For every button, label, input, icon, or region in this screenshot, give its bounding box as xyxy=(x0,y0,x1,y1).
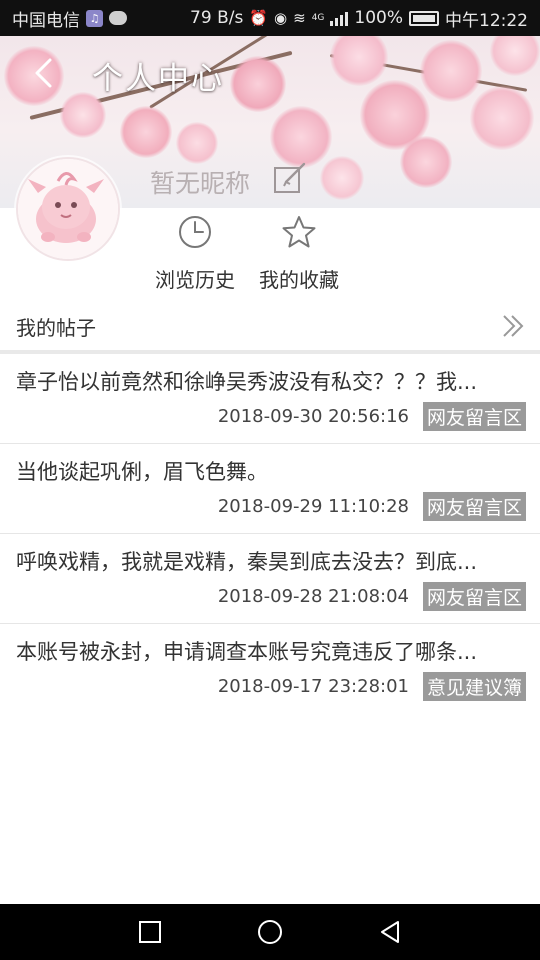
post-meta: 2018-09-30 20:56:16 网友留言区 xyxy=(218,402,526,431)
post-title: 呼唤戏精，我就是戏精，秦昊到底去没去？到底... xyxy=(16,550,478,574)
square-icon xyxy=(139,921,161,943)
post-meta: 2018-09-29 11:10:28 网友留言区 xyxy=(218,492,526,521)
post-category-tag: 网友留言区 xyxy=(422,582,526,611)
star-icon xyxy=(282,216,316,248)
post-meta: 2018-09-17 23:28:01 意见建议簿 xyxy=(218,672,526,701)
battery-percent: 100% xyxy=(354,8,403,28)
post-title: 当他谈起巩俐，眉飞色舞。 xyxy=(16,460,268,484)
browse-history-label: 浏览历史 xyxy=(155,268,235,292)
recent-apps-button[interactable] xyxy=(90,904,210,960)
post-meta: 2018-09-28 21:08:04 网友留言区 xyxy=(218,582,526,611)
post-title: 本账号被永封，申请调查本账号究竟违反了哪条... xyxy=(16,640,478,664)
music-app-icon: ♫ xyxy=(86,9,103,27)
page-title: 个人中心 xyxy=(92,61,224,97)
post-category-tag: 网友留言区 xyxy=(422,402,526,431)
posts-list: 章子怡以前竟然和徐峥吴秀波没有私交？？？我... 2018-09-30 20:5… xyxy=(0,354,540,714)
status-bar: 中国电信 ♫ 79 B/s ⏰ ◉ ≋ 4G 100% 中午12:22 xyxy=(0,0,540,36)
signal-icon xyxy=(330,11,349,26)
my-posts-header[interactable]: 我的帖子 xyxy=(0,302,540,350)
double-chevron-right-icon[interactable] xyxy=(500,313,526,339)
circle-icon xyxy=(258,920,282,944)
home-button[interactable] xyxy=(210,904,330,960)
post-timestamp: 2018-09-28 21:08:04 xyxy=(217,586,409,607)
quick-actions: 浏览历史 我的收藏 xyxy=(150,214,344,293)
clock-icon xyxy=(179,216,211,248)
edit-icon[interactable] xyxy=(272,160,308,196)
list-item[interactable]: 呼唤戏精，我就是戏精，秦昊到底去没去？到底... 2018-09-28 21:0… xyxy=(0,534,540,624)
post-timestamp: 2018-09-29 11:10:28 xyxy=(217,496,409,517)
section-title: 我的帖子 xyxy=(16,315,96,340)
nickname-text: 暂无昵称 xyxy=(150,169,251,198)
wifi-icon: ≋ xyxy=(293,9,306,27)
network-speed: 79 B/s xyxy=(190,8,244,28)
signal-type: 4G xyxy=(311,13,325,23)
carrier-name: 中国电信 xyxy=(12,10,80,31)
post-timestamp: 2018-09-17 23:28:01 xyxy=(217,676,409,697)
list-item[interactable]: 当他谈起巩俐，眉飞色舞。 2018-09-29 11:10:28 网友留言区 xyxy=(0,444,540,534)
chat-notification-icon xyxy=(109,11,127,25)
eye-icon: ◉ xyxy=(274,9,288,27)
list-item[interactable]: 本账号被永封，申请调查本账号究竟违反了哪条... 2018-09-17 23:2… xyxy=(0,624,540,714)
back-button[interactable] xyxy=(330,904,450,960)
system-nav-bar xyxy=(0,904,540,960)
avatar[interactable] xyxy=(16,157,120,261)
post-title: 章子怡以前竟然和徐峥吴秀波没有私交？？？我... xyxy=(16,370,478,394)
alarm-icon: ⏰ xyxy=(249,9,269,27)
status-bar-right: 79 B/s ⏰ ◉ ≋ 4G 100% 中午12:22 xyxy=(190,6,528,31)
status-bar-left: 中国电信 ♫ xyxy=(12,6,127,31)
triangle-back-icon xyxy=(381,921,399,943)
post-category-tag: 网友留言区 xyxy=(422,492,526,521)
my-favorites-button[interactable]: 我的收藏 xyxy=(254,214,344,293)
post-timestamp: 2018-09-30 20:56:16 xyxy=(217,406,409,427)
post-category-tag: 意见建议簿 xyxy=(422,672,526,701)
browse-history-button[interactable]: 浏览历史 xyxy=(150,214,240,293)
my-favorites-label: 我的收藏 xyxy=(259,268,339,292)
list-item[interactable]: 章子怡以前竟然和徐峥吴秀波没有私交？？？我... 2018-09-30 20:5… xyxy=(0,354,540,444)
battery-icon xyxy=(409,10,439,26)
back-arrow-icon[interactable] xyxy=(28,56,62,90)
avatar-character-icon xyxy=(18,159,118,259)
status-time: 中午12:22 xyxy=(445,10,528,31)
